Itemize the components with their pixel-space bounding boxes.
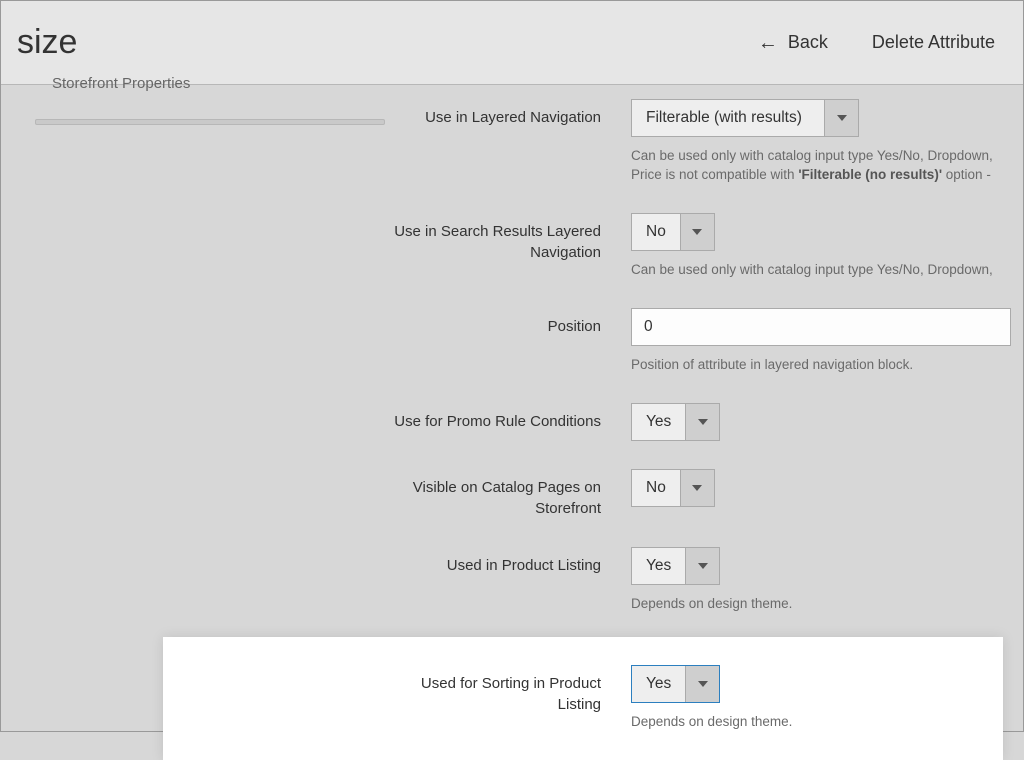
row-layered-nav: Use in Layered Navigation Filterable (wi… bbox=[383, 85, 1023, 199]
select-layered-nav[interactable]: Filterable (with results) bbox=[631, 99, 859, 137]
delete-attribute-button[interactable]: Delete Attribute bbox=[872, 32, 995, 53]
arrow-left-icon: ← bbox=[758, 33, 778, 53]
row-product-listing: Used in Product Listing Yes Depends on d… bbox=[383, 533, 1023, 628]
chevron-down-icon bbox=[680, 470, 714, 506]
input-position[interactable] bbox=[631, 308, 1011, 346]
form-area: Use in Layered Navigation Filterable (wi… bbox=[383, 85, 1023, 760]
select-value: No bbox=[632, 470, 680, 506]
back-label: Back bbox=[788, 32, 828, 53]
hint-position: Position of attribute in layered navigat… bbox=[631, 356, 1011, 375]
select-promo[interactable]: Yes bbox=[631, 403, 720, 441]
hint-layered-nav: Can be used only with catalog input type… bbox=[631, 147, 1011, 185]
label-promo: Use for Promo Rule Conditions bbox=[383, 403, 631, 432]
label-layered-nav: Use in Layered Navigation bbox=[383, 99, 631, 128]
hint-product-listing: Depends on design theme. bbox=[631, 595, 1011, 614]
page-title: size bbox=[17, 23, 77, 62]
select-value: Yes bbox=[632, 666, 685, 702]
select-value: No bbox=[632, 214, 680, 250]
header-actions: ← Back Delete Attribute bbox=[758, 32, 995, 53]
select-value: Filterable (with results) bbox=[632, 100, 824, 136]
label-search-layered-nav: Use in Search Results Layered Navigation bbox=[383, 213, 631, 263]
select-value: Yes bbox=[632, 404, 685, 440]
sidebar-scrollbar[interactable] bbox=[35, 119, 385, 125]
chevron-down-icon bbox=[685, 404, 719, 440]
delete-label: Delete Attribute bbox=[872, 32, 995, 52]
row-sorting: Used for Sorting in Product Listing Yes … bbox=[163, 637, 1003, 760]
row-search-layered-nav: Use in Search Results Layered Navigation… bbox=[383, 199, 1023, 294]
hint-search-layered-nav: Can be used only with catalog input type… bbox=[631, 261, 1011, 280]
row-promo: Use for Promo Rule Conditions Yes bbox=[383, 389, 1023, 455]
select-product-listing[interactable]: Yes bbox=[631, 547, 720, 585]
chevron-down-icon bbox=[680, 214, 714, 250]
chevron-down-icon bbox=[685, 548, 719, 584]
select-value: Yes bbox=[632, 548, 685, 584]
select-visible-catalog[interactable]: No bbox=[631, 469, 715, 507]
label-position: Position bbox=[383, 308, 631, 337]
page-header: size ← Back Delete Attribute bbox=[1, 1, 1023, 85]
select-sorting[interactable]: Yes bbox=[631, 665, 720, 703]
hint-sorting: Depends on design theme. bbox=[631, 713, 1003, 732]
back-button[interactable]: ← Back bbox=[758, 32, 828, 53]
sidebar-tab-label: Storefront Properties bbox=[52, 75, 190, 92]
label-visible-catalog: Visible on Catalog Pages on Storefront bbox=[383, 469, 631, 519]
chevron-down-icon bbox=[824, 100, 858, 136]
row-visible-catalog: Visible on Catalog Pages on Storefront N… bbox=[383, 455, 1023, 533]
row-position: Position Position of attribute in layere… bbox=[383, 294, 1023, 389]
label-sorting: Used for Sorting in Product Listing bbox=[383, 665, 631, 715]
chevron-down-icon bbox=[685, 666, 719, 702]
select-search-layered-nav[interactable]: No bbox=[631, 213, 715, 251]
label-product-listing: Used in Product Listing bbox=[383, 547, 631, 576]
